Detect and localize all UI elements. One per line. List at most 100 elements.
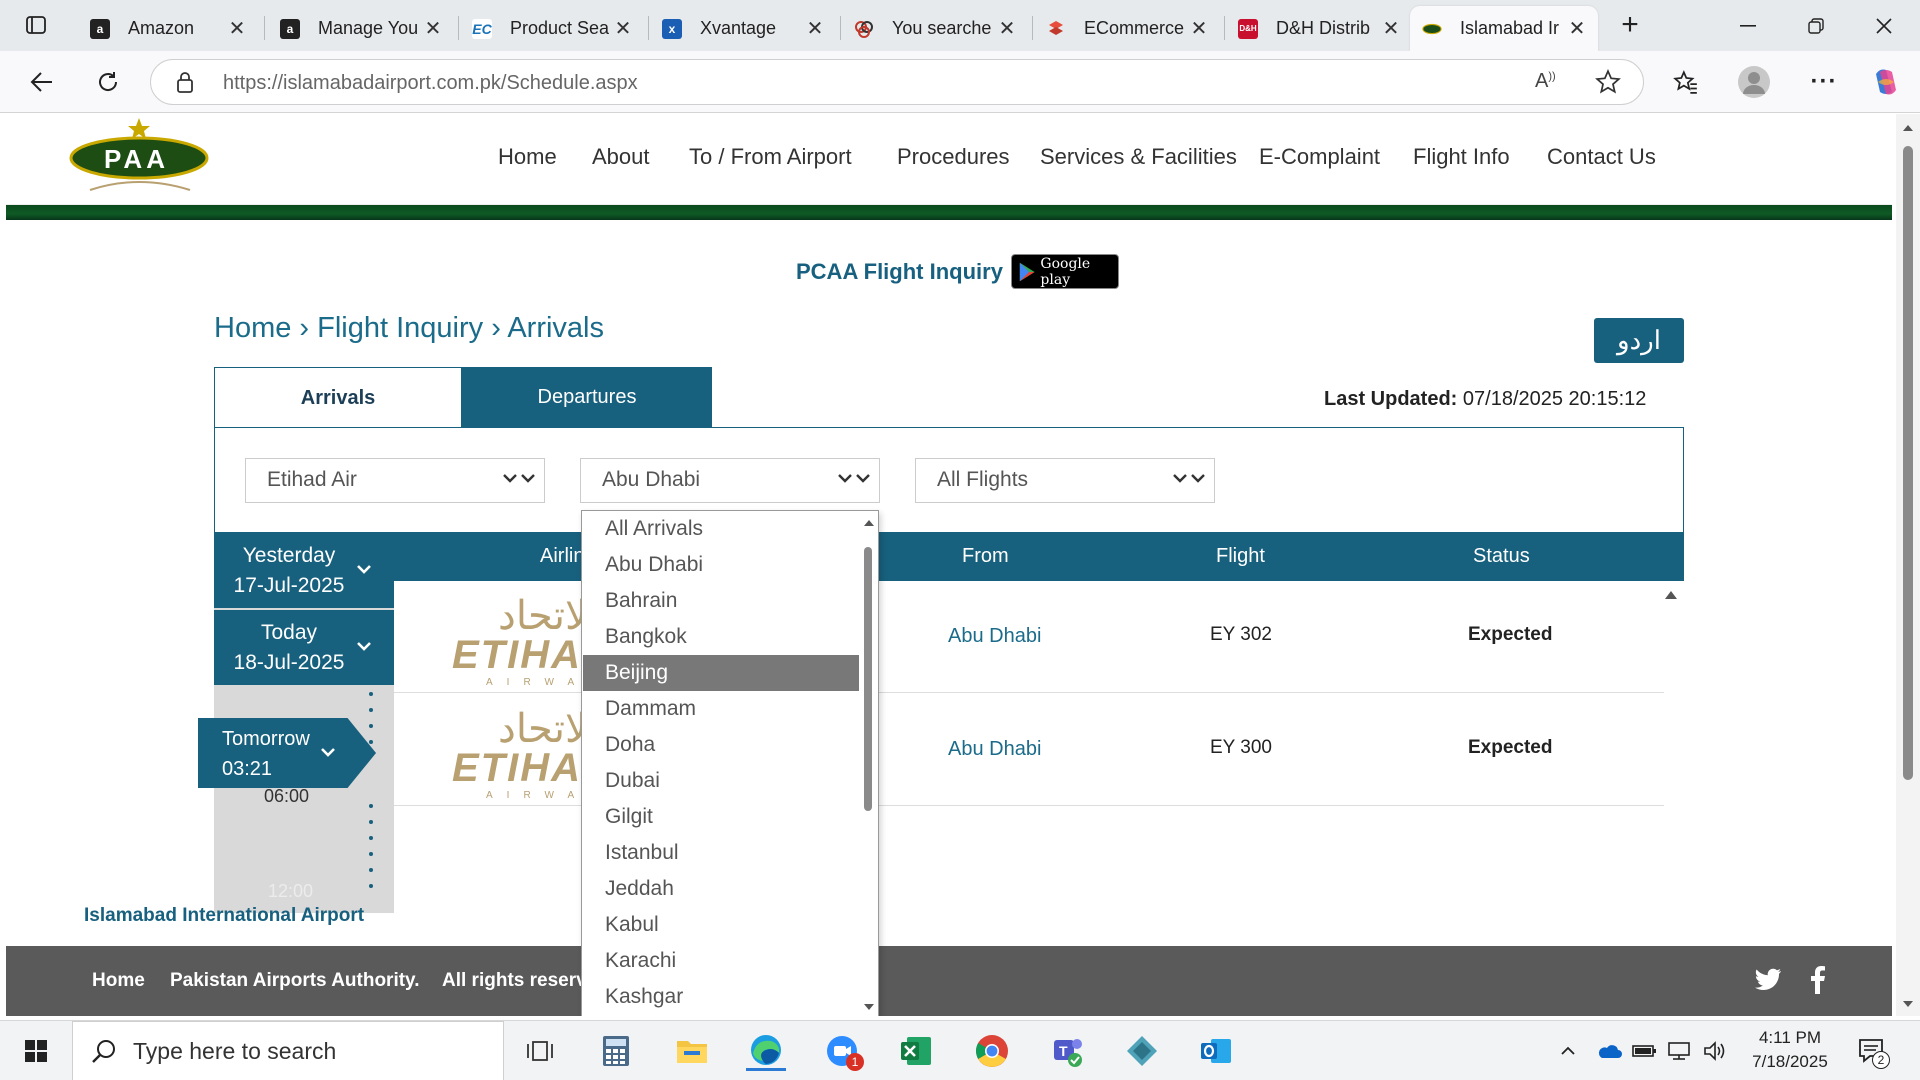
tab-arrivals[interactable]: Arrivals	[214, 367, 462, 428]
browser-tab-amazon[interactable]: a Amazon ✕	[78, 6, 258, 51]
calculator-icon[interactable]	[596, 1031, 636, 1071]
edge-browser-icon[interactable]	[746, 1031, 786, 1071]
dropdown-option-dammam[interactable]: Dammam	[583, 691, 859, 727]
profile-avatar-icon[interactable]	[1734, 62, 1774, 102]
new-tab-icon[interactable]: +	[1610, 5, 1650, 45]
excel-icon[interactable]	[896, 1031, 936, 1071]
copilot-icon[interactable]	[1866, 62, 1906, 102]
file-explorer-icon[interactable]	[672, 1031, 712, 1071]
footer-home-link[interactable]: Home	[92, 970, 145, 992]
close-icon[interactable]: ✕	[614, 16, 632, 41]
browser-tab-product-search[interactable]: EC Product Sea ✕	[460, 6, 644, 51]
start-windows-icon[interactable]	[16, 1031, 56, 1071]
onedrive-icon[interactable]	[1594, 1031, 1624, 1071]
nav-e-complaint[interactable]: E-Complaint	[1259, 144, 1380, 170]
show-hidden-icons-chevron-icon[interactable]	[1554, 1031, 1582, 1071]
notifications-icon[interactable]: 2	[1852, 1031, 1892, 1071]
dropdown-option-doha[interactable]: Doha	[583, 727, 859, 763]
back-icon[interactable]	[22, 62, 62, 102]
close-window-icon[interactable]	[1850, 0, 1918, 51]
row-from[interactable]: Abu Dhabi	[948, 738, 1041, 761]
page-scroll-thumb[interactable]	[1903, 146, 1913, 780]
close-icon[interactable]: ✕	[1190, 16, 1208, 41]
airline-select[interactable]: Etihad Air	[245, 458, 545, 503]
twitter-icon[interactable]	[1754, 968, 1782, 992]
close-icon[interactable]: ✕	[424, 16, 442, 41]
dropdown-option-bangkok[interactable]: Bangkok	[583, 619, 859, 655]
dropdown-option-all-arrivals[interactable]: All Arrivals	[583, 511, 859, 547]
teams-icon[interactable]: T	[1048, 1031, 1088, 1071]
close-icon[interactable]: ✕	[228, 16, 246, 41]
dropdown-option-istanbul[interactable]: Istanbul	[583, 835, 859, 871]
browser-tab-xvantage[interactable]: x Xvantage ✕	[650, 6, 836, 51]
system-clock[interactable]: 4:11 PM 7/18/2025	[1740, 1026, 1840, 1074]
row-status: Expected	[1468, 737, 1553, 758]
facebook-icon[interactable]	[1810, 966, 1826, 994]
close-icon[interactable]: ✕	[998, 16, 1016, 41]
close-icon[interactable]: ✕	[1382, 16, 1400, 41]
tab-departures[interactable]: Departures	[462, 367, 712, 428]
address-bar[interactable]: https://islamabadairport.com.pk/Schedule…	[150, 59, 1644, 105]
nav-flight-info[interactable]: Flight Info	[1413, 144, 1510, 170]
nav-to-from-airport[interactable]: To / From Airport	[689, 144, 852, 170]
refresh-icon[interactable]	[88, 62, 128, 102]
taskbar-search-input[interactable]: Type here to search	[72, 1021, 504, 1080]
nav-about[interactable]: About	[592, 144, 650, 170]
dropdown-option-kabul[interactable]: Kabul	[583, 907, 859, 943]
browser-tab-islamabad-airport[interactable]: Islamabad Ir ✕	[1410, 6, 1598, 51]
browser-tab-you-searched[interactable]: You searche ✕	[842, 6, 1028, 51]
date-yesterday-button[interactable]: Yesterday 17-Jul-2025	[214, 533, 394, 608]
paa-logo-text: PAA	[104, 144, 169, 174]
nav-procedures[interactable]: Procedures	[897, 144, 1010, 170]
dropdown-option-karachi[interactable]: Karachi	[583, 943, 859, 979]
dropdown-option-kashgar[interactable]: Kashgar	[583, 979, 859, 1015]
page-scrollbar[interactable]	[1896, 114, 1920, 1016]
dropdown-option-gilgit[interactable]: Gilgit	[583, 799, 859, 835]
dropdown-option-abu-dhabi[interactable]: Abu Dhabi	[583, 547, 859, 583]
paa-logo[interactable]: PAA	[68, 116, 210, 200]
google-play-badge[interactable]: Google play	[1010, 254, 1119, 289]
dropdown-option-beijing[interactable]: Beijing	[583, 655, 859, 691]
battery-icon[interactable]	[1630, 1031, 1660, 1071]
tab-actions-icon[interactable]	[16, 5, 56, 45]
task-view-icon[interactable]	[520, 1031, 560, 1071]
nav-contact-us[interactable]: Contact Us	[1547, 144, 1656, 170]
date-today-button[interactable]: Today 18-Jul-2025	[214, 610, 394, 685]
close-icon[interactable]: ✕	[806, 16, 824, 41]
minimize-icon[interactable]	[1714, 0, 1782, 51]
city-select[interactable]: Abu Dhabi	[580, 458, 880, 503]
date-tomorrow-button[interactable]: Tomorrow 03:21	[198, 718, 376, 788]
browser-tab-ecommerce[interactable]: ECommerce ✕	[1034, 6, 1220, 51]
dropdown-option-dubai[interactable]: Dubai	[583, 763, 859, 799]
notification-badge: 1	[846, 1053, 864, 1071]
table-scroll-up-icon[interactable]	[1664, 590, 1678, 600]
zoom-icon[interactable]: 1	[822, 1031, 864, 1071]
url-text[interactable]: https://islamabadairport.com.pk/Schedule…	[223, 72, 638, 95]
chrome-icon[interactable]	[972, 1031, 1012, 1071]
read-aloud-icon[interactable]: A))	[1535, 70, 1556, 93]
nav-services-facilities[interactable]: Services & Facilities	[1040, 144, 1237, 170]
site-header: PAA Home About To / From Airport Procedu…	[6, 114, 1892, 205]
close-icon[interactable]: ✕	[1568, 16, 1586, 41]
outlook-icon[interactable]	[1196, 1031, 1236, 1071]
favorite-star-icon[interactable]	[1595, 69, 1621, 95]
lock-icon[interactable]	[175, 70, 195, 94]
flights-select[interactable]: All Flights	[915, 458, 1215, 503]
browser-tab-manage[interactable]: a Manage You ✕	[268, 6, 454, 51]
app-diamond-icon[interactable]	[1122, 1031, 1162, 1071]
row-from[interactable]: Abu Dhabi	[948, 625, 1041, 648]
network-icon[interactable]	[1664, 1031, 1694, 1071]
nav-home[interactable]: Home	[498, 144, 557, 170]
dropdown-scroll-thumb[interactable]	[864, 547, 872, 811]
favorites-icon[interactable]	[1666, 62, 1706, 102]
dropdown-option-jeddah[interactable]: Jeddah	[583, 871, 859, 907]
ecommerce-icon	[1046, 19, 1066, 39]
restore-icon[interactable]	[1782, 0, 1850, 51]
browser-tab-dh-distributing[interactable]: D&H D&H Distrib ✕	[1226, 6, 1412, 51]
breadcrumb[interactable]: Home › Flight Inquiry › Arrivals	[214, 312, 604, 345]
dropdown-scrollbar[interactable]	[860, 511, 877, 1016]
more-menu-icon[interactable]: ···	[1804, 62, 1844, 102]
volume-icon[interactable]	[1700, 1031, 1730, 1071]
dropdown-option-bahrain[interactable]: Bahrain	[583, 583, 859, 619]
urdu-language-button[interactable]: اردو	[1594, 318, 1684, 363]
